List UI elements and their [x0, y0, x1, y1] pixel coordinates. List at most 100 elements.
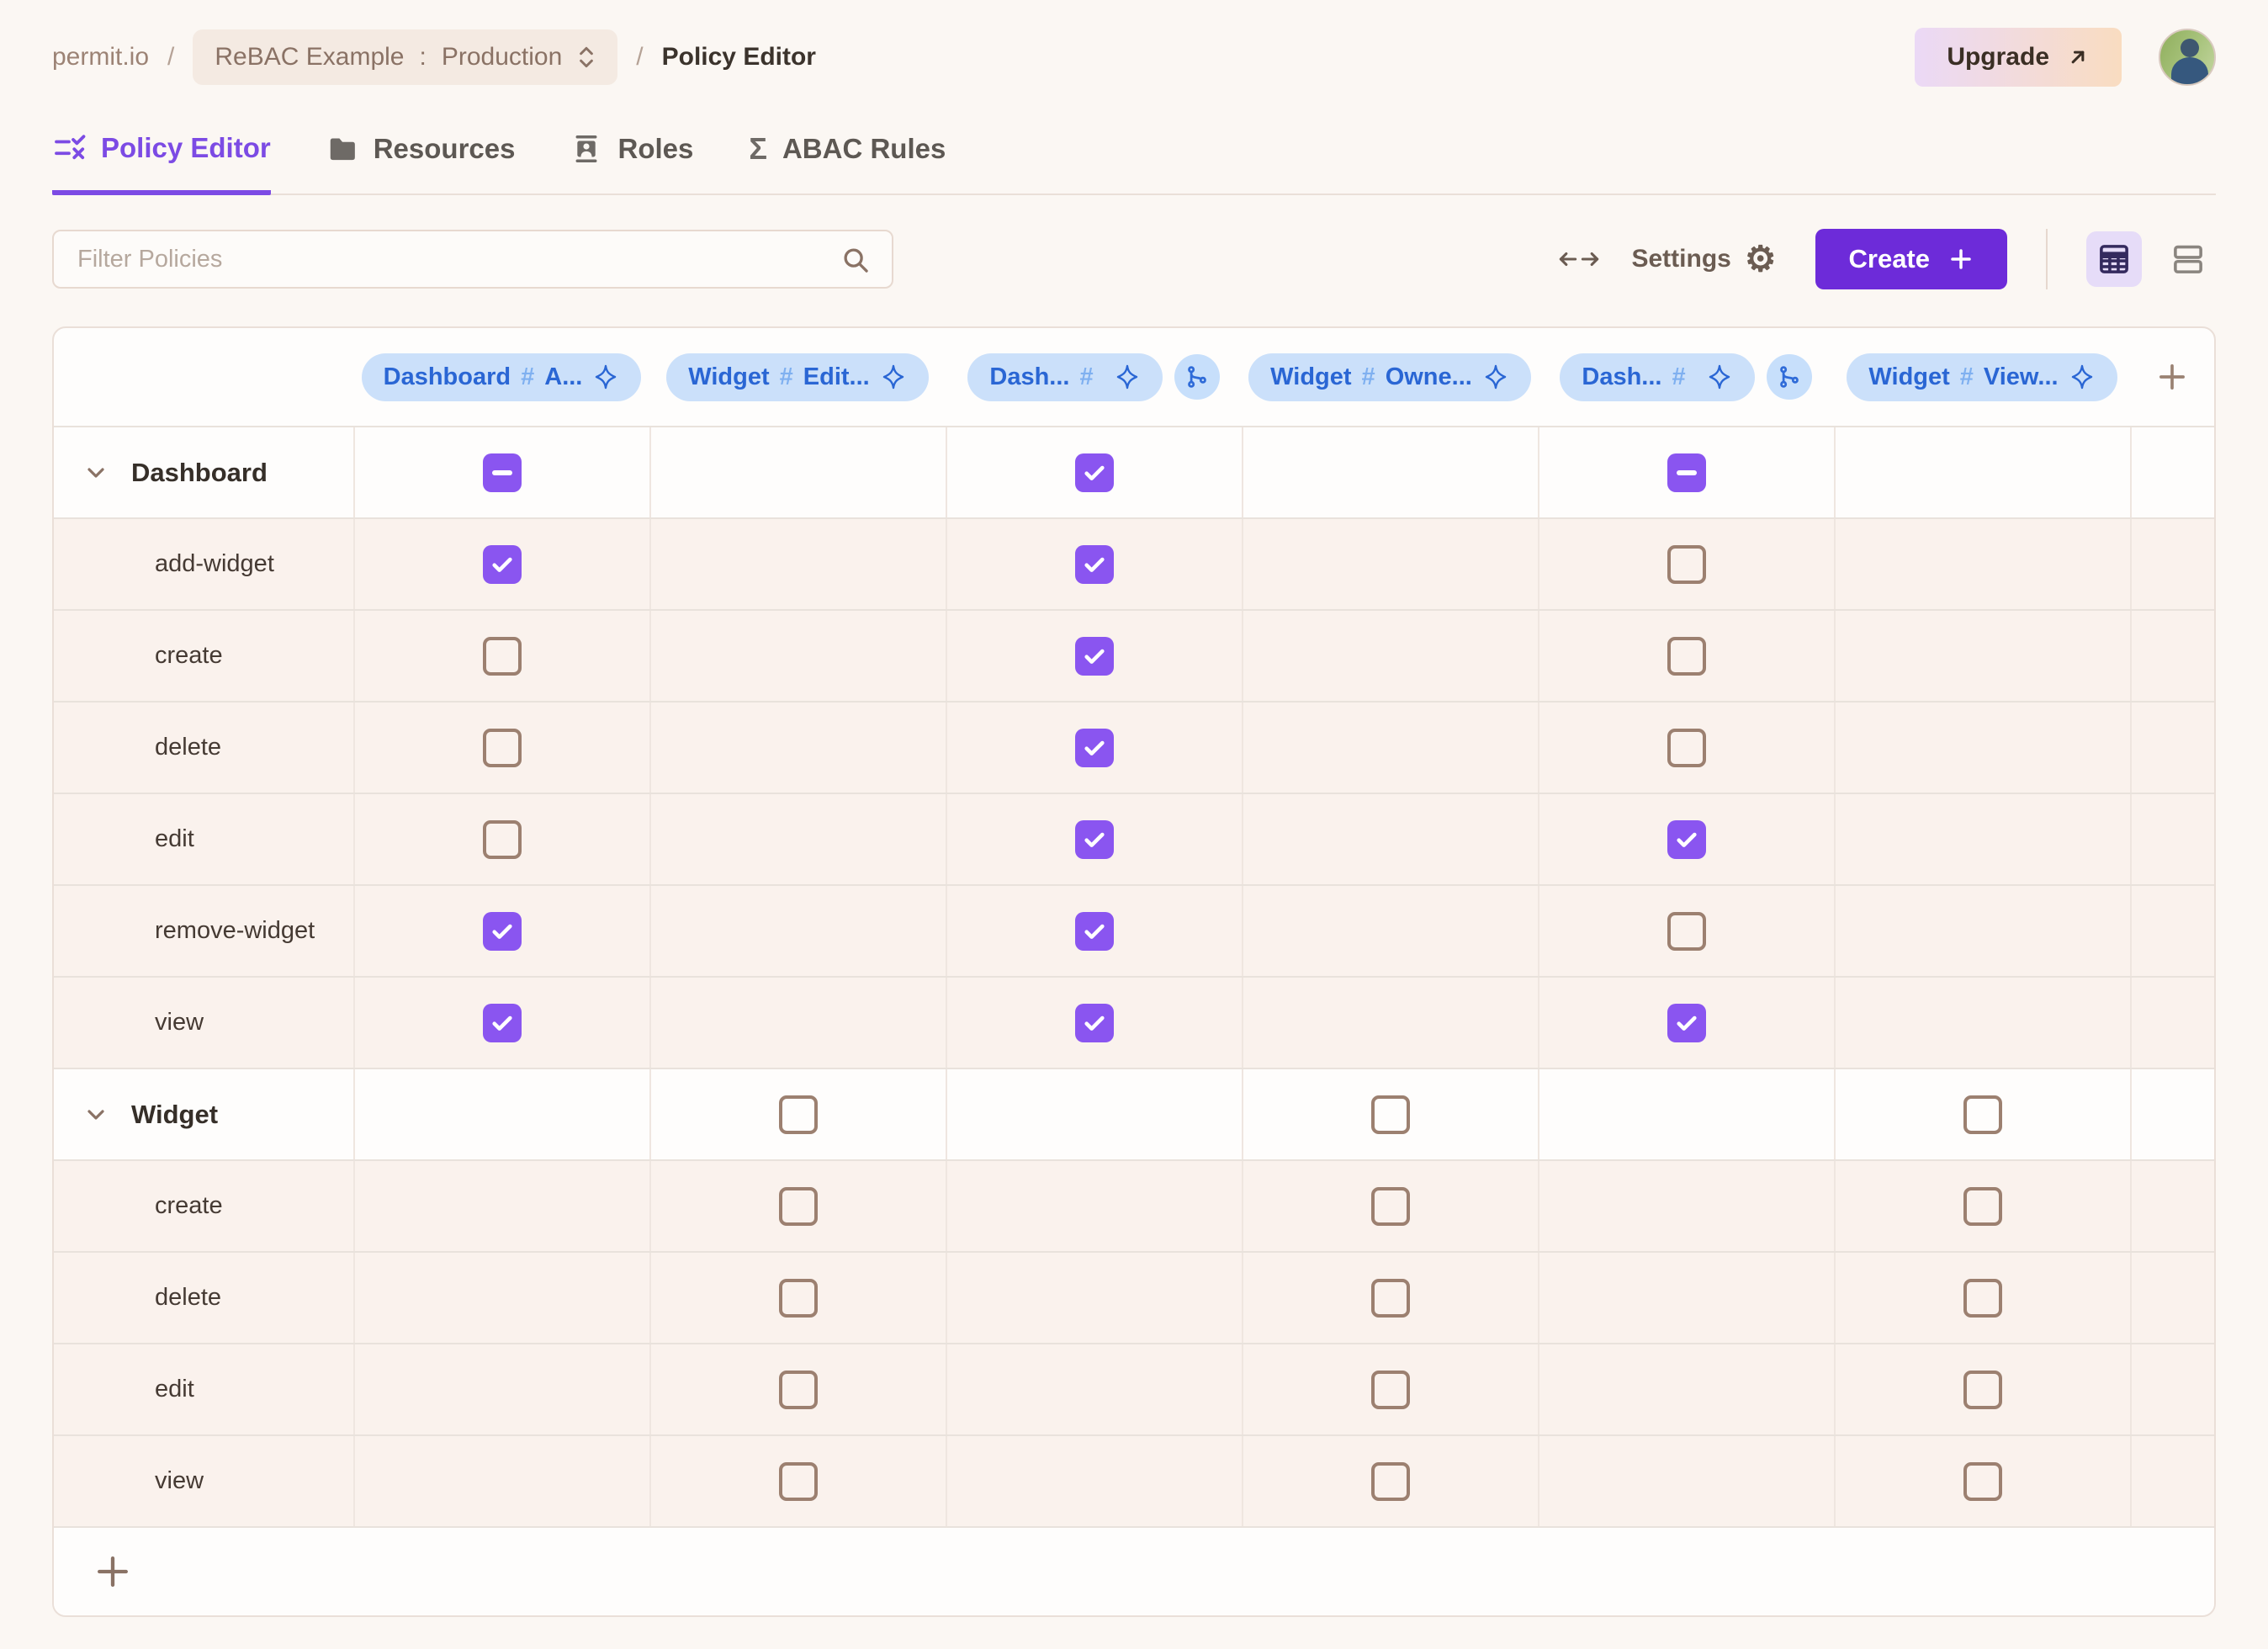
permission-cell[interactable]	[353, 703, 649, 793]
permission-checkbox-unchecked[interactable]	[483, 820, 522, 859]
permission-cell[interactable]	[1834, 1253, 2130, 1343]
permission-checkbox-checked[interactable]	[1075, 1004, 1114, 1042]
permission-checkbox-indeterminate[interactable]	[1667, 453, 1706, 492]
permission-checkbox-checked[interactable]	[483, 912, 522, 951]
permission-cell[interactable]	[946, 794, 1242, 884]
upgrade-button[interactable]: Upgrade	[1915, 28, 2122, 87]
permission-checkbox-checked[interactable]	[1075, 820, 1114, 859]
permission-cell[interactable]	[1242, 1069, 1538, 1159]
environment-selector[interactable]: ReBAC Example : Production	[193, 29, 617, 85]
permission-cell[interactable]	[1538, 703, 1834, 793]
permission-cell[interactable]	[353, 794, 649, 884]
action-name: delete	[82, 734, 221, 761]
derived-role-badge[interactable]	[1767, 354, 1812, 400]
permission-checkbox-unchecked[interactable]	[779, 1462, 818, 1501]
role-chip[interactable]: Dash...#	[1560, 353, 1754, 401]
permission-checkbox-unchecked[interactable]	[1667, 637, 1706, 676]
permission-checkbox-unchecked[interactable]	[1371, 1279, 1410, 1318]
role-chip[interactable]: Widget#View...	[1847, 353, 2117, 401]
permission-checkbox-checked[interactable]	[483, 545, 522, 584]
permission-checkbox-unchecked[interactable]	[1667, 729, 1706, 767]
permission-cell[interactable]	[1834, 1436, 2130, 1526]
tab-abac-rules[interactable]: ΣABAC Rules	[749, 133, 946, 195]
permission-cell[interactable]	[1538, 886, 1834, 976]
tab-resources[interactable]: Resources	[326, 133, 516, 195]
permission-cell[interactable]	[353, 978, 649, 1068]
permission-checkbox-unchecked[interactable]	[779, 1371, 818, 1409]
permission-checkbox-checked[interactable]	[1075, 637, 1114, 676]
add-role-column-button[interactable]	[2130, 328, 2214, 426]
role-chip[interactable]: Dash...#	[967, 353, 1162, 401]
permission-cell[interactable]	[649, 1069, 946, 1159]
list-view-toggle[interactable]	[2160, 231, 2216, 287]
permission-checkbox-checked[interactable]	[1075, 453, 1114, 492]
permission-checkbox-checked[interactable]	[483, 1004, 522, 1042]
permission-checkbox-checked[interactable]	[1075, 729, 1114, 767]
permission-checkbox-checked[interactable]	[1075, 545, 1114, 584]
permission-checkbox-unchecked[interactable]	[1963, 1462, 2002, 1501]
permission-cell[interactable]	[1834, 1161, 2130, 1251]
permission-checkbox-unchecked[interactable]	[1963, 1187, 2002, 1226]
permission-cell[interactable]	[1834, 1069, 2130, 1159]
tab-policy-editor[interactable]: Policy Editor	[52, 131, 271, 195]
permission-cell[interactable]	[1538, 794, 1834, 884]
chevron-down-icon[interactable]	[82, 1101, 109, 1128]
filter-policies-input[interactable]	[52, 230, 893, 289]
permission-checkbox-unchecked[interactable]	[1371, 1371, 1410, 1409]
role-chip[interactable]: Widget#Edit...	[666, 353, 928, 401]
permission-checkbox-checked[interactable]	[1075, 912, 1114, 951]
role-chip[interactable]: Dashboard#A...	[362, 353, 642, 401]
permission-cell[interactable]	[946, 427, 1242, 517]
permission-cell[interactable]	[353, 611, 649, 701]
permission-cell[interactable]	[1538, 519, 1834, 609]
permission-checkbox-unchecked[interactable]	[779, 1095, 818, 1134]
permission-cell[interactable]	[946, 886, 1242, 976]
permission-checkbox-unchecked[interactable]	[483, 729, 522, 767]
permission-cell[interactable]	[1538, 427, 1834, 517]
permission-checkbox-unchecked[interactable]	[1667, 545, 1706, 584]
create-button[interactable]: Create	[1815, 229, 2008, 289]
permission-cell[interactable]	[1538, 978, 1834, 1068]
permission-checkbox-unchecked[interactable]	[1371, 1462, 1410, 1501]
permission-cell[interactable]	[649, 1436, 946, 1526]
permission-cell[interactable]	[649, 1161, 946, 1251]
empty-cell	[2130, 1436, 2214, 1526]
permission-checkbox-unchecked[interactable]	[1667, 912, 1706, 951]
permission-cell[interactable]	[946, 611, 1242, 701]
add-resource-button[interactable]	[87, 1546, 138, 1597]
user-avatar[interactable]	[2159, 29, 2216, 86]
permission-checkbox-unchecked[interactable]	[1371, 1187, 1410, 1226]
permission-checkbox-unchecked[interactable]	[1963, 1279, 2002, 1318]
permission-cell[interactable]	[353, 427, 649, 517]
settings-button[interactable]: Settings ⚙	[1631, 241, 1776, 277]
permission-checkbox-unchecked[interactable]	[1963, 1095, 2002, 1134]
permission-cell[interactable]	[946, 519, 1242, 609]
permission-cell[interactable]	[1242, 1253, 1538, 1343]
permission-checkbox-checked[interactable]	[1667, 1004, 1706, 1042]
permission-cell[interactable]	[1242, 1436, 1538, 1526]
permission-checkbox-unchecked[interactable]	[1963, 1371, 2002, 1409]
permission-cell[interactable]	[353, 519, 649, 609]
permission-checkbox-indeterminate[interactable]	[483, 453, 522, 492]
derived-role-badge[interactable]	[1174, 354, 1220, 400]
permission-checkbox-unchecked[interactable]	[1371, 1095, 1410, 1134]
permission-cell[interactable]	[1242, 1344, 1538, 1434]
permission-cell[interactable]	[1242, 1161, 1538, 1251]
role-chip[interactable]: Widget#Owne...	[1248, 353, 1531, 401]
grid-view-toggle[interactable]	[2086, 231, 2142, 287]
expand-columns-icon[interactable]	[1557, 248, 1601, 270]
chevron-down-icon[interactable]	[82, 459, 109, 486]
permission-cell[interactable]	[1834, 1344, 2130, 1434]
permission-cell[interactable]	[946, 703, 1242, 793]
tab-roles[interactable]: Roles	[570, 133, 693, 195]
permission-cell[interactable]	[353, 886, 649, 976]
permission-checkbox-unchecked[interactable]	[483, 637, 522, 676]
permission-checkbox-unchecked[interactable]	[779, 1187, 818, 1226]
permission-cell[interactable]	[649, 1344, 946, 1434]
breadcrumb-org[interactable]: permit.io	[52, 43, 149, 72]
permission-checkbox-unchecked[interactable]	[779, 1279, 818, 1318]
permission-cell[interactable]	[649, 1253, 946, 1343]
permission-checkbox-checked[interactable]	[1667, 820, 1706, 859]
permission-cell[interactable]	[946, 978, 1242, 1068]
permission-cell[interactable]	[1538, 611, 1834, 701]
